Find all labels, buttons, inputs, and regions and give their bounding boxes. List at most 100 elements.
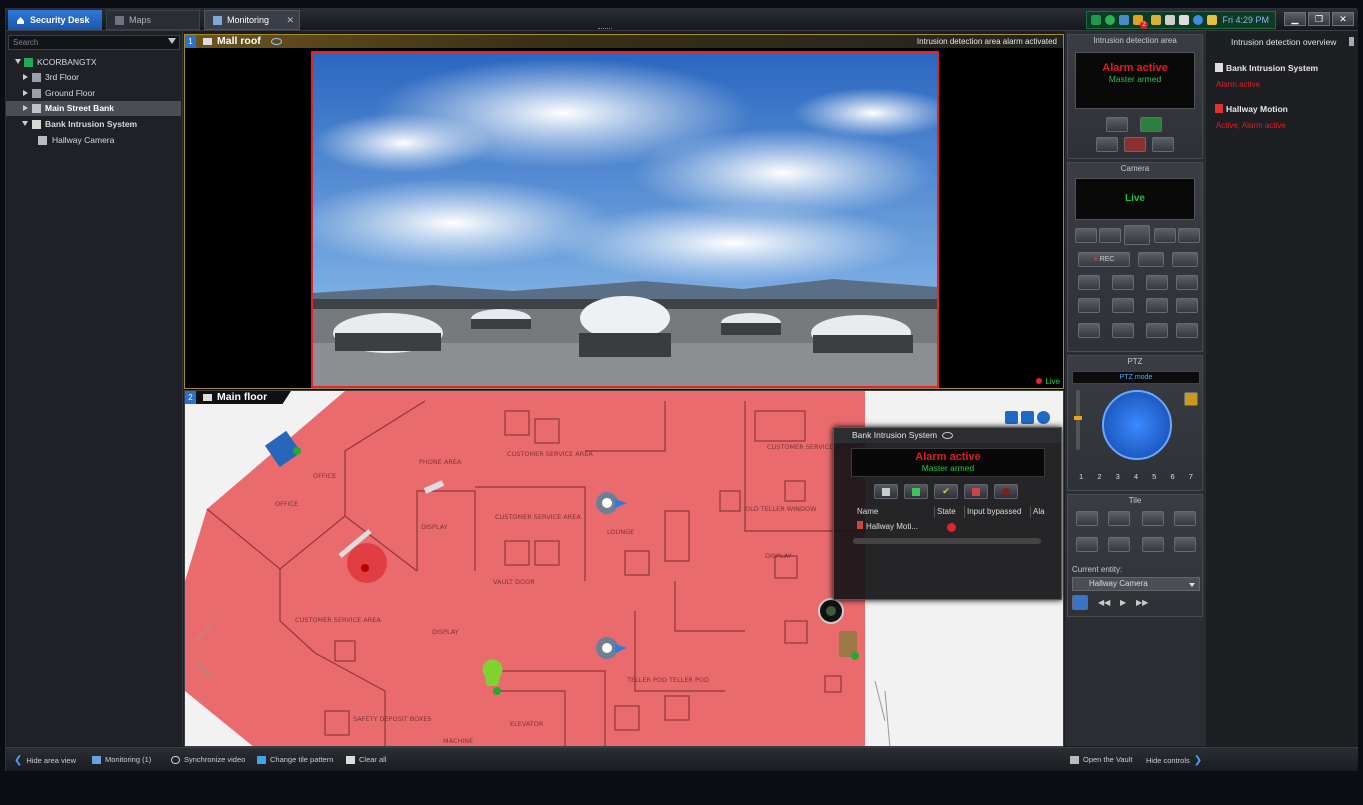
tree-item-hallway-camera[interactable]: Hallway Camera	[6, 133, 181, 148]
rewind-icon[interactable]: ◀◀	[1098, 598, 1110, 607]
record-button[interactable]: ● REC	[1078, 252, 1130, 267]
zoom-icon[interactable]	[1176, 275, 1198, 290]
ptz-joystick[interactable]	[1102, 390, 1172, 460]
collapse-arrow-icon[interactable]	[15, 59, 21, 64]
disarm-button[interactable]	[1106, 117, 1128, 132]
open-vault-button[interactable]: Open the Vault	[1070, 755, 1132, 764]
fast-forward-icon[interactable]: ▶▶	[1136, 598, 1148, 607]
column-header[interactable]: State	[937, 506, 965, 518]
info-icon[interactable]	[1176, 323, 1198, 338]
phone-icon[interactable]	[1091, 15, 1101, 25]
collapse-arrow-icon[interactable]	[22, 121, 28, 126]
pin-icon[interactable]	[1349, 37, 1354, 46]
previous-icon[interactable]	[1112, 298, 1134, 313]
minimize-button[interactable]: ▁	[1284, 12, 1306, 26]
shield-alert-icon[interactable]: 2	[1133, 15, 1148, 29]
skip-back-button[interactable]	[1075, 228, 1097, 243]
user-icon[interactable]	[1207, 15, 1217, 25]
arm-button[interactable]	[904, 484, 928, 499]
overview-item-name[interactable]: Bank Intrusion System	[1226, 63, 1318, 73]
tab-maps[interactable]: Maps	[106, 10, 200, 30]
change-tile-pattern-button[interactable]: Change tile pattern	[257, 755, 333, 764]
home-icon[interactable]	[1142, 537, 1164, 552]
search-input[interactable]: Search	[8, 35, 180, 50]
export-icon[interactable]	[1146, 298, 1168, 313]
tab-security-desk[interactable]: Security Desk	[8, 10, 102, 30]
hide-area-view-button[interactable]: ❮ Hide area view	[14, 755, 76, 766]
drag-handle[interactable]	[598, 28, 612, 31]
tree-item-main-street-bank[interactable]: Main Street Bank	[6, 101, 181, 116]
bookmark-button[interactable]	[1138, 252, 1164, 267]
arm-button[interactable]	[1140, 117, 1162, 132]
expand-arrow-icon[interactable]	[23, 90, 28, 96]
pip-tile-button[interactable]	[1142, 511, 1164, 526]
eye-icon[interactable]	[271, 38, 282, 45]
acknowledge-button[interactable]	[1096, 137, 1118, 152]
volume-icon[interactable]	[1165, 15, 1175, 25]
preset-4[interactable]: 4	[1134, 472, 1138, 486]
preset-2[interactable]: 2	[1097, 472, 1101, 486]
close-button[interactable]: ✕	[1332, 12, 1354, 26]
audio-icon[interactable]	[1146, 275, 1168, 290]
current-entity-select[interactable]: Hallway Camera	[1072, 577, 1200, 591]
expand-arrow-icon[interactable]	[23, 105, 28, 111]
preset-7[interactable]: 7	[1189, 472, 1193, 486]
check-icon[interactable]	[1105, 15, 1115, 25]
pause-button[interactable]	[1124, 225, 1150, 245]
pan-icon[interactable]	[1005, 411, 1018, 424]
back-arrow-icon[interactable]	[1076, 537, 1098, 552]
acknowledge-button[interactable]: ✔	[934, 484, 958, 499]
maximize-tile-button[interactable]	[1076, 511, 1098, 526]
hide-controls-button[interactable]: Hide controls ❯	[1146, 755, 1202, 766]
tile-mall-roof[interactable]: 1 Mall roof Intrusion detection area ala…	[184, 34, 1064, 389]
rewind-button[interactable]	[1099, 228, 1121, 243]
video-feed[interactable]	[311, 51, 939, 388]
network-icon[interactable]	[1179, 15, 1189, 25]
alarm-trigger-icon[interactable]	[1112, 323, 1134, 338]
clear-tile-button[interactable]	[1174, 511, 1196, 526]
tree-item-ground-floor[interactable]: Ground Floor	[6, 86, 181, 101]
camera-icon[interactable]	[1119, 15, 1129, 25]
megaphone-icon[interactable]	[1151, 15, 1161, 25]
preset-3[interactable]: 3	[1116, 472, 1120, 486]
forward-arrow-icon[interactable]	[1108, 537, 1130, 552]
expand-arrow-icon[interactable]	[23, 74, 28, 80]
zoom-slider-thumb[interactable]	[1074, 416, 1082, 420]
horizontal-scrollbar[interactable]	[853, 538, 1041, 544]
lock-icon[interactable]	[1184, 392, 1198, 406]
synchronize-video-button[interactable]: Synchronize video	[171, 755, 245, 764]
skip-forward-button[interactable]	[1178, 228, 1200, 243]
eye-icon[interactable]	[942, 432, 953, 439]
settings-icon[interactable]	[1037, 411, 1050, 424]
restore-button[interactable]: ❐	[1308, 12, 1330, 26]
sync-button[interactable]	[1172, 252, 1198, 267]
stop-button[interactable]	[994, 484, 1018, 499]
mute-icon[interactable]	[1078, 323, 1100, 338]
column-header[interactable]: Input bypassed	[967, 506, 1031, 518]
tree-item-bank-intrusion-system[interactable]: Bank Intrusion System	[6, 117, 181, 132]
stop-button[interactable]	[1152, 137, 1174, 152]
preset-6[interactable]: 6	[1170, 472, 1174, 486]
monitoring-button[interactable]: Monitoring (1)	[92, 755, 151, 764]
zoom-slider[interactable]	[1074, 390, 1082, 450]
close-tab-icon[interactable]: ✕	[286, 15, 294, 26]
next-icon[interactable]	[1176, 298, 1198, 313]
forward-button[interactable]	[1154, 228, 1176, 243]
pin-icon[interactable]	[1021, 411, 1034, 424]
preset-5[interactable]: 5	[1152, 472, 1156, 486]
tab-monitoring[interactable]: Monitoring ✕	[204, 10, 300, 30]
refresh-icon[interactable]	[1174, 537, 1196, 552]
intrusion-popup[interactable]: Bank Intrusion System Alarm active Maste…	[833, 427, 1062, 600]
stop-video-icon[interactable]	[1078, 298, 1100, 313]
tree-item-3rd-floor[interactable]: 3rd Floor	[6, 70, 181, 85]
preset-1[interactable]: 1	[1079, 472, 1083, 486]
clear-all-button[interactable]: Clear all	[346, 755, 387, 764]
column-header[interactable]: Ala	[1033, 506, 1045, 518]
fullscreen-icon[interactable]	[1146, 323, 1168, 338]
playback-mode-button[interactable]	[1072, 595, 1088, 610]
column-header[interactable]: Name	[857, 506, 935, 518]
globe-icon[interactable]	[1193, 15, 1203, 25]
tree-item-root[interactable]: KCORBANGTX	[6, 55, 181, 70]
snapshot-tile-button[interactable]	[1108, 511, 1130, 526]
snapshot-icon[interactable]	[1112, 275, 1134, 290]
